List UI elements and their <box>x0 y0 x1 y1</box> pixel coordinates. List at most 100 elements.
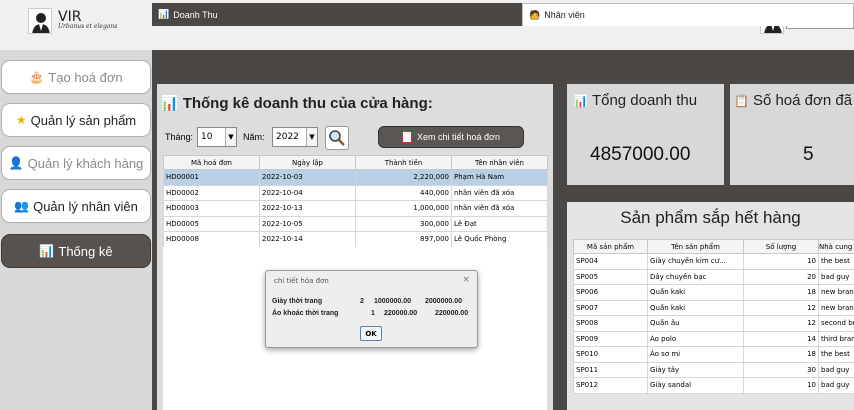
column-header[interactable]: Nhà cung cấ <box>818 239 854 254</box>
cell: SP006 <box>573 284 648 301</box>
cell: Giày chuyền kim cư... <box>647 253 744 270</box>
cell: Lê Quốc Phòng <box>451 231 548 248</box>
table-row[interactable]: HD00002 2022-10-04 440,000 nhân viên đã … <box>163 184 548 201</box>
sidebar-item-statistics[interactable]: 📊 Thống kê <box>1 234 151 268</box>
search-icon <box>329 130 345 146</box>
close-icon[interactable]: × <box>462 275 470 285</box>
cell: 12 <box>743 315 819 332</box>
list-icon: 📋 <box>734 93 749 108</box>
table-row[interactable]: SP012 Giày sandal 10 bad guy <box>573 377 854 394</box>
table-row[interactable]: HD00003 2022-10-13 1,000,000 nhân viên đ… <box>163 200 548 217</box>
cell: Áo polo <box>647 330 744 347</box>
column-header[interactable]: Thành tiền <box>355 155 452 170</box>
cell: 20 <box>743 268 819 285</box>
column-header[interactable]: Số lượng <box>743 239 819 254</box>
person-icon: 🧑 <box>529 9 541 20</box>
cell: second brands <box>818 315 854 332</box>
cell: the best <box>818 346 854 363</box>
year-label: Năm: <box>243 132 265 142</box>
table-row[interactable]: SP004 Giày chuyền kim cư... 10 the best <box>573 253 854 270</box>
cell: 18 <box>743 284 819 301</box>
chevron-down-icon[interactable]: ▼ <box>225 128 236 146</box>
column-header[interactable]: Tên nhân viên <box>451 155 548 170</box>
cell: nhân viên đã xóa <box>451 184 548 201</box>
dialog-item-name: Áo khoác thời trang <box>272 310 339 317</box>
sidebar-item-create-invoice[interactable]: 🎂 Tạo hoá đơn <box>1 60 151 94</box>
month-label: Tháng: <box>165 132 194 142</box>
table-row[interactable]: SP011 Giày tây 30 bad guy <box>573 361 854 378</box>
user-icon: 👤 <box>8 156 24 170</box>
sidebar-item-products[interactable]: ★ Quản lý sản phẩm <box>1 103 151 137</box>
sidebar-item-staff[interactable]: 👥 Quản lý nhân viên <box>1 189 151 223</box>
cell: 2022-10-13 <box>259 200 356 217</box>
dialog-item-qty: 1 <box>371 310 375 317</box>
dialog-item-qty: 2 <box>360 298 364 305</box>
column-header[interactable]: Ngày lập <box>259 155 356 170</box>
dialog-item-price: 220000.00 <box>384 310 418 317</box>
cell: 10 <box>743 253 819 270</box>
cell: the best <box>818 253 854 270</box>
revenue-title: 📊 Thống kê doanh thu của cửa hàng: <box>160 94 433 113</box>
column-header[interactable]: Mã sản phẩm <box>573 239 648 254</box>
chevron-down-icon[interactable]: ▼ <box>306 128 317 146</box>
invoice-count-value: 5 <box>803 144 814 165</box>
cell: new brands <box>818 284 854 301</box>
table-row[interactable]: HD00005 2022-10-05 300,000 Lê Đạt <box>163 215 548 232</box>
view-invoice-detail-button[interactable]: Xem chi tiết hoá đơn <box>378 126 524 148</box>
cell: 2022-10-05 <box>259 215 356 232</box>
invoice-count-card: 📋 Số hoá đơn đã <box>730 84 854 185</box>
cell: bad guy <box>818 268 854 285</box>
invoice-count-label: Số hoá đơn đã <box>752 92 853 109</box>
column-header[interactable]: Mã hoá đơn <box>163 155 260 170</box>
tab-bar <box>152 50 854 76</box>
year-select[interactable]: 2022 ▼ <box>272 127 318 147</box>
cell: HD00008 <box>163 231 260 248</box>
sidebar-item-customers[interactable]: 👤 Quản lý khách hàng <box>1 146 151 180</box>
sidebar-item-label: Quản lý sản phẩm <box>30 112 137 128</box>
cake-icon: 🎂 <box>29 70 45 84</box>
sidebar-item-label: Quản lý khách hàng <box>27 155 144 171</box>
cell: HD00002 <box>163 184 260 201</box>
search-button[interactable] <box>325 126 349 150</box>
report-icon: 📊 <box>573 93 588 108</box>
cell: Áo sơ mi <box>647 346 744 363</box>
year-value: 2022 <box>276 132 299 142</box>
low-stock-table: Mã sản phẩm Tên sản phẩm Số lượng Nhà cu… <box>573 239 854 394</box>
cell: bad guy <box>818 377 854 394</box>
cell: Quần âu <box>647 315 744 332</box>
table-row[interactable]: HD00001 2022-10-03 2,220,000 Phạm Hà Nam <box>163 169 548 186</box>
column-header[interactable]: Tên sản phẩm <box>647 239 744 254</box>
table-row[interactable]: SP006Quần kaki18new brands <box>573 284 854 301</box>
invoice-count-title: 📋 Số hoá đơn đã <box>734 92 852 109</box>
cell: 2,220,000 <box>355 169 452 186</box>
cell: 897,000 <box>355 231 452 248</box>
month-select[interactable]: 10 ▼ <box>197 127 237 147</box>
cell: HD00001 <box>163 169 260 186</box>
table-row[interactable]: SP009Áo polo14third brands <box>573 330 854 347</box>
table-row[interactable]: SP008Quần âu12second brands <box>573 315 854 332</box>
sidebar: 🎂 Tạo hoá đơn ★ Quản lý sản phẩm 👤 Quản … <box>0 50 152 410</box>
table-row[interactable]: SP010 Áo sơ mi 18 the best <box>573 346 854 363</box>
cell: 300,000 <box>355 215 452 232</box>
cell: SP007 <box>573 299 648 316</box>
dialog-item-name: Giày thời trang <box>272 298 323 305</box>
table-row[interactable]: HD00008 2022-10-14 897,000 Lê Quốc Phòng <box>163 231 548 248</box>
tab-staff[interactable]: 🧑 Nhân viên <box>522 3 854 26</box>
cell: 12 <box>743 299 819 316</box>
dialog-title: chi tiết hóa đơn <box>274 277 329 285</box>
cell: Giày sandal <box>647 377 744 394</box>
brand-avatar <box>28 8 52 34</box>
tab-revenue[interactable]: 📊 Doanh Thu <box>152 3 522 26</box>
cell: Giày tây <box>647 361 744 378</box>
cell: 440,000 <box>355 184 452 201</box>
cell: Quần kaki <box>647 284 744 301</box>
cell: SP010 <box>573 346 648 363</box>
table-row[interactable]: SP007Quần kaki12new brands <box>573 299 854 316</box>
table-row[interactable]: SP005 Dây chuyền bạc 20 bad guy <box>573 268 854 285</box>
total-revenue-title: 📊 Tổng doanh thu <box>573 92 697 109</box>
cell: SP005 <box>573 268 648 285</box>
brand-tagline: Urbanus et elegans <box>58 23 118 30</box>
cell: SP012 <box>573 377 648 394</box>
cell: SP011 <box>573 361 648 378</box>
ok-button[interactable]: OK <box>360 326 382 341</box>
